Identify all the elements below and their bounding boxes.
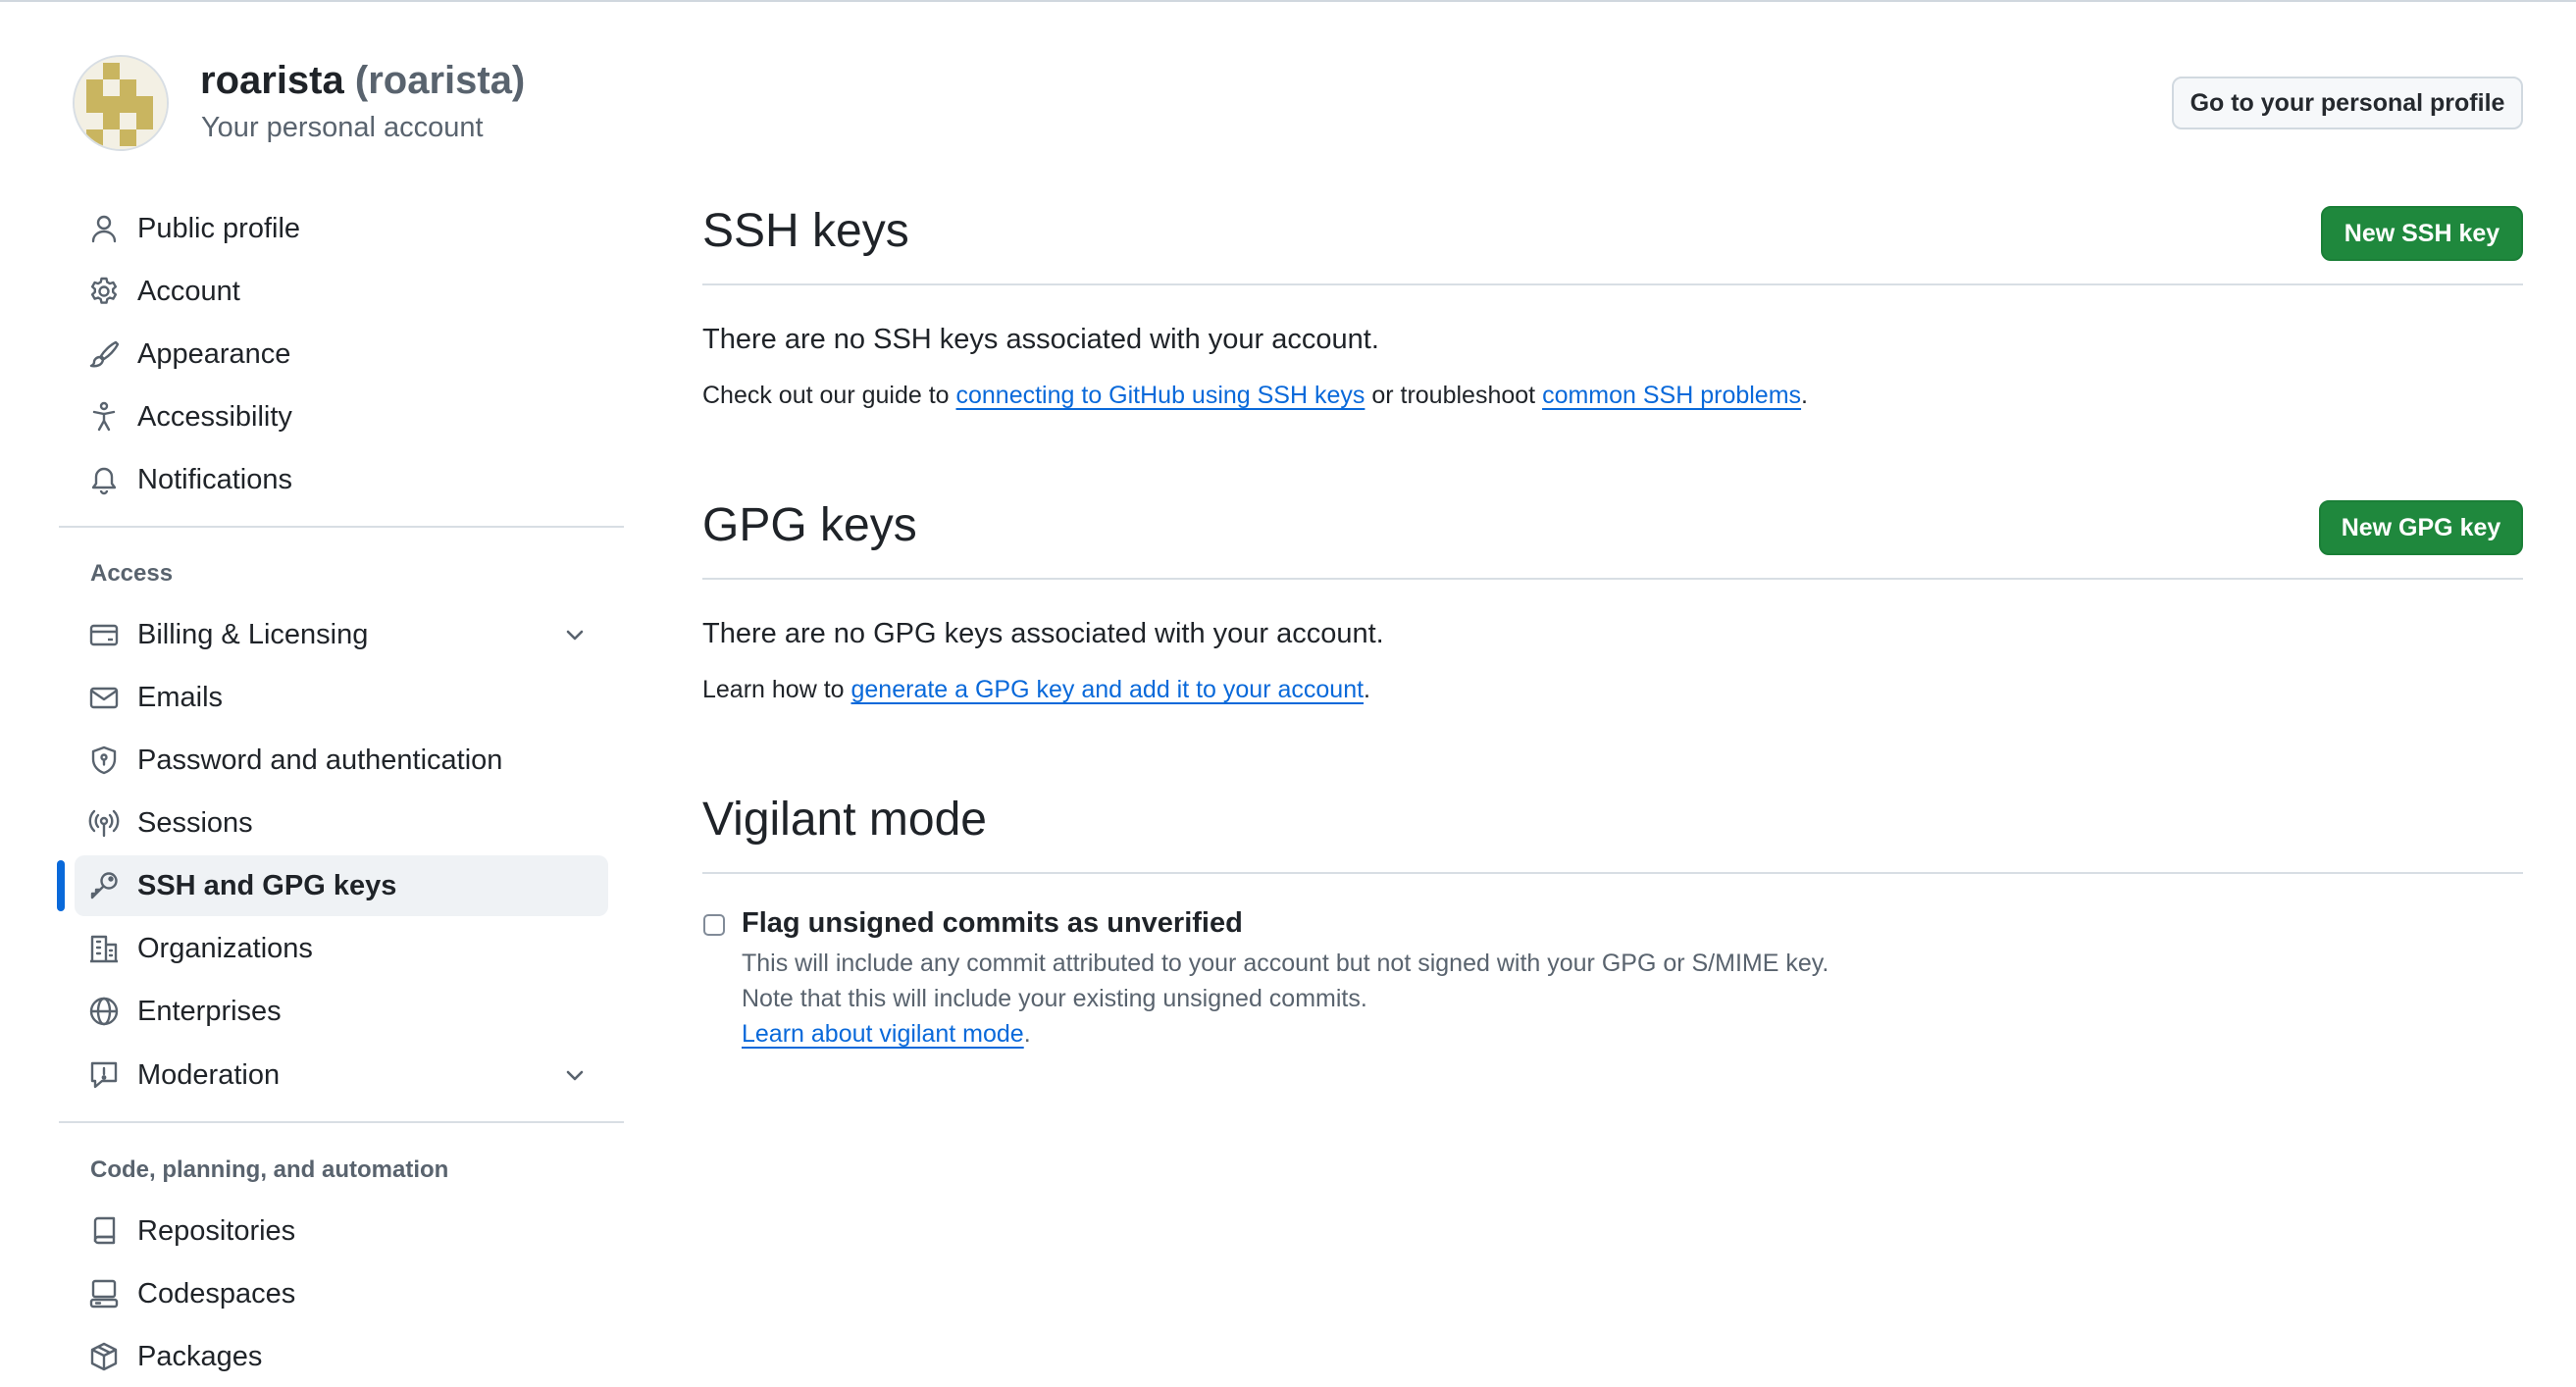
sidebar-item-repositories[interactable]: Repositories <box>75 1201 608 1261</box>
sidebar-item-emails[interactable]: Emails <box>75 667 608 728</box>
sidebar-item-label: Public profile <box>137 213 301 244</box>
shield-lock-icon <box>88 745 120 776</box>
organization-icon <box>88 933 120 964</box>
sidebar-group-heading: Access <box>90 560 174 587</box>
sidebar-item-accessibility[interactable]: Accessibility <box>75 386 608 447</box>
globe-icon <box>88 996 120 1027</box>
gpg-empty-message: There are no GPG keys associated with yo… <box>702 618 1384 649</box>
sidebar-item-label: SSH and GPG keys <box>137 870 397 901</box>
ssh-troubleshoot-link[interactable]: common SSH problems <box>1542 382 1801 409</box>
sidebar-item-billing[interactable]: Billing & Licensing <box>75 604 608 665</box>
sidebar-item-label: Packages <box>137 1341 263 1372</box>
go-to-profile-button[interactable]: Go to your personal profile <box>2172 77 2523 129</box>
ssh-guide-middle: or troubleshoot <box>1365 382 1543 409</box>
ssh-empty-message: There are no SSH keys associated with yo… <box>702 324 1379 355</box>
codespaces-icon <box>88 1278 120 1310</box>
gpg-learn-suffix: . <box>1364 676 1370 703</box>
sidebar-item-label: Accessibility <box>137 401 292 433</box>
sidebar-item-public-profile[interactable]: Public profile <box>75 198 608 259</box>
accessibility-icon <box>88 401 120 433</box>
flag-unsigned-commits-label[interactable]: Flag unsigned commits as unverified <box>742 907 1243 940</box>
active-indicator <box>57 860 65 911</box>
ssh-guide-prefix: Check out our guide to <box>702 382 956 409</box>
sidebar-item-label: Sessions <box>137 807 253 839</box>
sidebar-item-label: Appearance <box>137 338 291 370</box>
flag-unsigned-commits-checkbox[interactable] <box>703 914 725 936</box>
chevron-down-icon[interactable] <box>561 1061 589 1089</box>
new-gpg-key-button[interactable]: New GPG key <box>2319 500 2523 555</box>
sidebar-item-codespaces[interactable]: Codespaces <box>75 1263 608 1324</box>
sidebar-item-label: Emails <box>137 682 224 713</box>
sidebar-item-password[interactable]: Password and authentication <box>75 730 608 791</box>
section-divider <box>702 578 2523 580</box>
account-name[interactable]: roarista (roarista) <box>200 59 525 103</box>
sidebar-item-appearance[interactable]: Appearance <box>75 324 608 385</box>
sidebar-group-heading: Code, planning, and automation <box>90 1156 449 1183</box>
sidebar-divider <box>59 526 624 528</box>
sidebar-item-sessions[interactable]: Sessions <box>75 793 608 853</box>
sidebar-item-moderation[interactable]: Moderation <box>75 1045 608 1105</box>
vigilant-note-line1: This will include any commit attributed … <box>742 950 1829 977</box>
credit-card-icon <box>88 619 120 650</box>
section-divider <box>702 283 2523 285</box>
gpg-learn-text: Learn how to generate a GPG key and add … <box>702 676 1370 704</box>
sidebar-item-account[interactable]: Account <box>75 261 608 322</box>
gpg-generate-link[interactable]: generate a GPG key and add it to your ac… <box>851 676 1365 703</box>
paintbrush-icon <box>88 338 120 370</box>
sidebar-item-label: Account <box>137 276 240 307</box>
vigilant-learn-text: Learn about vigilant mode. <box>742 1020 1031 1049</box>
vigilant-mode-heading: Vigilant mode <box>702 794 987 846</box>
broadcast-icon <box>88 807 120 839</box>
sidebar-item-label: Codespaces <box>137 1278 296 1310</box>
key-icon <box>88 870 120 901</box>
top-border <box>0 0 2576 2</box>
gpg-keys-heading: GPG keys <box>702 499 917 551</box>
sidebar-divider <box>59 1121 624 1123</box>
sidebar-item-notifications[interactable]: Notifications <box>75 449 608 510</box>
bell-icon <box>88 464 120 495</box>
ssh-guide-link[interactable]: connecting to GitHub using SSH keys <box>956 382 1365 409</box>
gpg-learn-prefix: Learn how to <box>702 676 851 703</box>
section-divider <box>702 872 2523 874</box>
ssh-keys-heading: SSH keys <box>702 205 909 257</box>
new-ssh-key-button[interactable]: New SSH key <box>2321 206 2523 261</box>
package-icon <box>88 1341 120 1372</box>
vigilant-note-line2: Note that this will include your existin… <box>742 985 1367 1012</box>
identicon-image <box>75 57 167 149</box>
report-icon <box>88 1059 120 1091</box>
sidebar-item-ssh-gpg-keys[interactable]: SSH and GPG keys <box>75 855 608 916</box>
sidebar-item-label: Moderation <box>137 1059 281 1091</box>
vigilant-learn-suffix: . <box>1023 1020 1031 1048</box>
display-name: roarista <box>200 59 344 102</box>
ssh-guide-text: Check out our guide to connecting to Git… <box>702 382 1808 410</box>
vigilant-learn-link[interactable]: Learn about vigilant mode <box>742 1020 1024 1048</box>
sidebar-item-label: Billing & Licensing <box>137 619 369 650</box>
sidebar-item-label: Password and authentication <box>137 745 503 776</box>
sidebar-item-organizations[interactable]: Organizations <box>75 918 608 979</box>
sidebar-item-label: Repositories <box>137 1215 296 1247</box>
sidebar-item-enterprises[interactable]: Enterprises <box>75 981 608 1042</box>
chevron-down-icon[interactable] <box>561 621 589 648</box>
sidebar-item-packages[interactable]: Packages <box>75 1326 608 1387</box>
account-subtitle: Your personal account <box>201 112 484 143</box>
login-name: (roarista) <box>354 59 526 102</box>
person-icon <box>88 213 120 244</box>
repo-icon <box>88 1215 120 1247</box>
ssh-guide-suffix: . <box>1801 382 1808 409</box>
mail-icon <box>88 682 120 713</box>
sidebar-item-label: Notifications <box>137 464 292 495</box>
gear-icon <box>88 276 120 307</box>
avatar[interactable] <box>73 55 169 151</box>
sidebar-item-label: Enterprises <box>137 996 282 1027</box>
sidebar-item-label: Organizations <box>137 933 313 964</box>
